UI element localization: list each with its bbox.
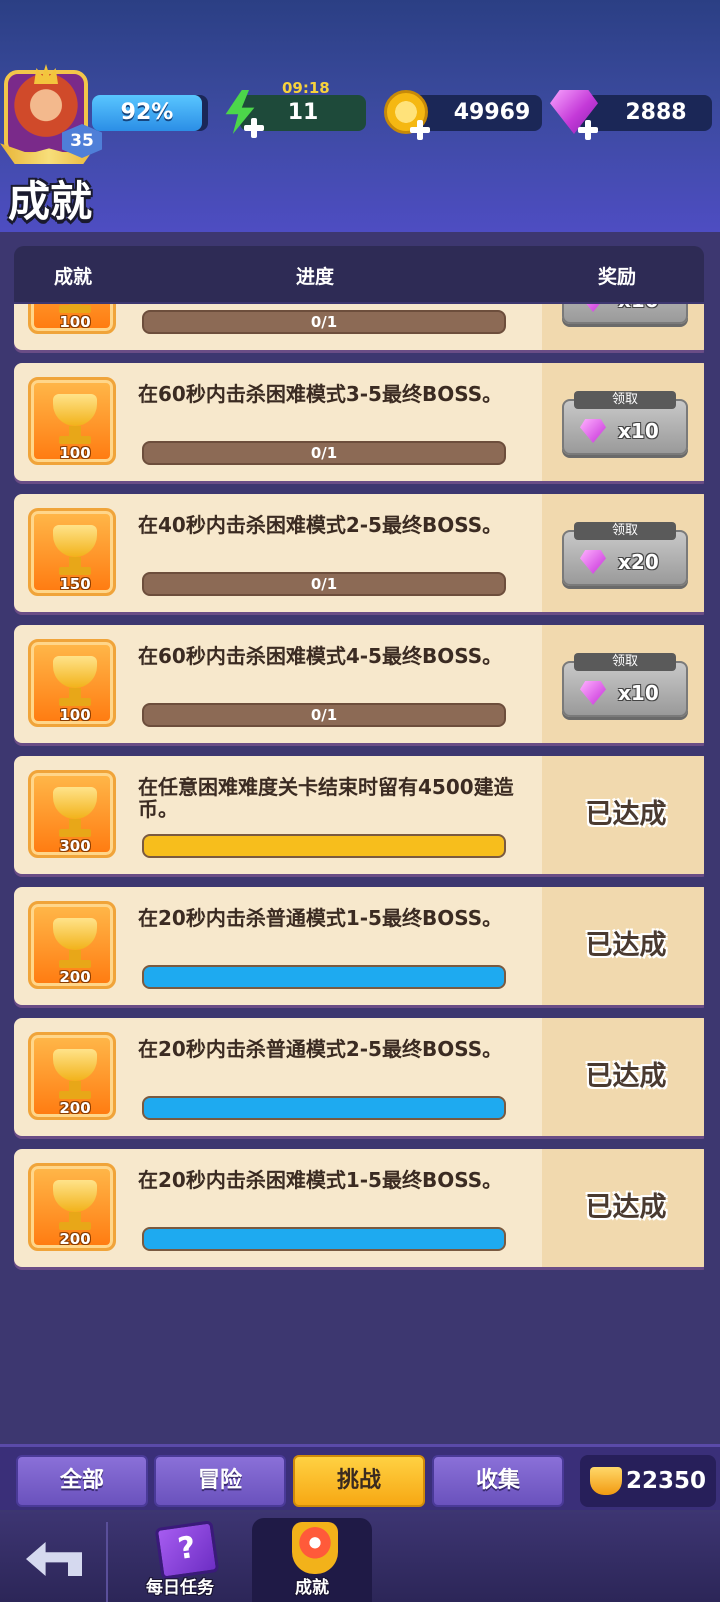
completed-label: 已达成 [585,930,667,961]
achievement-points: 150 [59,575,91,593]
achievement-points: 300 [59,837,91,855]
add-coins-icon[interactable] [410,120,430,140]
progress-bar [142,834,506,858]
trophy-icon: 100 [28,377,116,465]
achievement-card: 200 在20秒内击杀普通模式2-5最终BOSS。已达成 [14,1018,704,1136]
achievement-description: 在20秒内击杀困难模式1-5最终BOSS。 [138,1168,503,1192]
bottom-nav: 每日任务 成就 [0,1512,720,1602]
achievement-card: 300 在任意困难难度关卡结束时留有4500建造币。已达成 [14,756,704,874]
header-reward: 奖励 [598,266,637,288]
coin-counter: 49969 [412,95,542,131]
progress-bar: 0/1 [142,310,506,334]
reward-quantity: x10 [618,304,659,312]
achievement-description: 在20秒内击杀普通模式2-5最终BOSS。 [138,1037,503,1061]
trophy-crown-icon [292,1522,338,1574]
quest-book-icon [154,1520,220,1580]
achievement-points: 100 [59,444,91,462]
completed-label: 已达成 [585,1061,667,1092]
trophy-icon: 300 [28,770,116,858]
trophy-icon [590,1467,622,1495]
reward-quantity: x10 [618,681,659,705]
hp-percent: 92% [92,95,202,131]
trophy-icon: 100 [28,639,116,727]
progress-fill [144,836,504,856]
header-progress: 进度 [296,266,335,288]
tab-adventure[interactable]: 冒险 [154,1455,286,1507]
trophy-total-value: 22350 [626,1468,707,1494]
achievement-points: 100 [59,313,91,331]
trophy-icon: 100 [28,304,116,334]
achievement-description: 在40秒内击杀困难模式2-5最终BOSS。 [138,513,503,537]
progress-text: 0/1 [310,706,338,724]
header-achievement: 成就 [54,266,93,288]
crown-icon [34,64,58,84]
achievement-card: 200 在20秒内击杀困难模式1-5最终BOSS。已达成 [14,1149,704,1267]
tab-challenge[interactable]: 挑战 [293,1455,425,1507]
nav-achievements-label: 成就 [295,1578,329,1598]
top-bar: 35 92% 09:18 11 49969 2888 成就 [0,0,720,232]
table-header: 成就 进度 奖励 [14,246,704,302]
progress-text: 0/1 [310,444,338,462]
progress-fill [144,967,504,987]
achievement-panel: 成就 进度 奖励 100 0/1 x10 100 在60秒内击杀困难模式3-5最终BOS… [14,246,704,1441]
nav-daily-quests[interactable]: 每日任务 [120,1518,240,1602]
progress-bar [142,1096,506,1120]
reward-quantity: x20 [618,550,659,574]
trophy-total: 22350 [580,1455,716,1507]
back-button[interactable] [20,1528,86,1584]
achievement-card: 150 在40秒内击杀困难模式2-5最终BOSS。 0/1 领取 x20 [14,494,704,612]
nav-divider [106,1522,108,1602]
filter-tab-bar: 全部 冒险 挑战 收集 22350 [0,1444,720,1510]
progress-bar: 0/1 [142,441,506,465]
completed-label: 已达成 [585,799,667,830]
achievement-description: 在60秒内击杀困难模式4-5最终BOSS。 [138,644,503,668]
achievement-card: 100 在60秒内击杀困难模式3-5最终BOSS。 0/1 领取 x10 [14,363,704,481]
achievement-points: 100 [59,706,91,724]
achievement-points: 200 [59,968,91,986]
claim-label: 领取 [574,653,676,671]
achievement-description: 在20秒内击杀普通模式1-5最终BOSS。 [138,906,503,930]
achievement-points: 200 [59,1099,91,1117]
progress-text: 0/1 [310,575,338,593]
add-gems-icon[interactable] [578,120,598,140]
achievement-description: 在任意困难难度关卡结束时留有4500建造币。 [138,775,514,821]
progress-bar [142,1227,506,1251]
achievement-list[interactable]: 100 0/1 x10 100 在60秒内击杀困难模式3-5最终BOSS。 0/1 领取 x1… [14,304,704,1544]
achievement-description: 在60秒内击杀困难模式3-5最终BOSS。 [138,382,503,406]
trophy-icon: 200 [28,1032,116,1120]
progress-bar [142,965,506,989]
progress-bar: 0/1 [142,572,506,596]
achievement-card: 100 在60秒内击杀困难模式4-5最终BOSS。 0/1 领取 x10 [14,625,704,743]
nav-achievements[interactable]: 成就 [252,1518,372,1602]
trophy-icon: 200 [28,1163,116,1251]
tab-all[interactable]: 全部 [16,1455,148,1507]
nav-daily-quests-label: 每日任务 [146,1578,214,1598]
progress-text: 0/1 [310,313,338,331]
completed-label: 已达成 [585,1192,667,1223]
progress-bar: 0/1 [142,703,506,727]
achievement-points: 200 [59,1230,91,1248]
back-arrow-icon [26,1542,82,1576]
reward-quantity: x10 [618,419,659,443]
trophy-icon: 150 [28,508,116,596]
page-title: 成就 [8,177,93,226]
achievement-card: 200 在20秒内击杀普通模式1-5最终BOSS。已达成 [14,887,704,1005]
claim-label: 领取 [574,391,676,409]
progress-fill [144,1229,504,1249]
tab-collection[interactable]: 收集 [432,1455,564,1507]
progress-fill [144,1098,504,1118]
achievement-card: 100 0/1 x10 [14,304,704,350]
trophy-icon: 200 [28,901,116,989]
gem-counter: 2888 [580,95,712,131]
add-energy-icon[interactable] [244,118,264,138]
claim-label: 领取 [574,522,676,540]
